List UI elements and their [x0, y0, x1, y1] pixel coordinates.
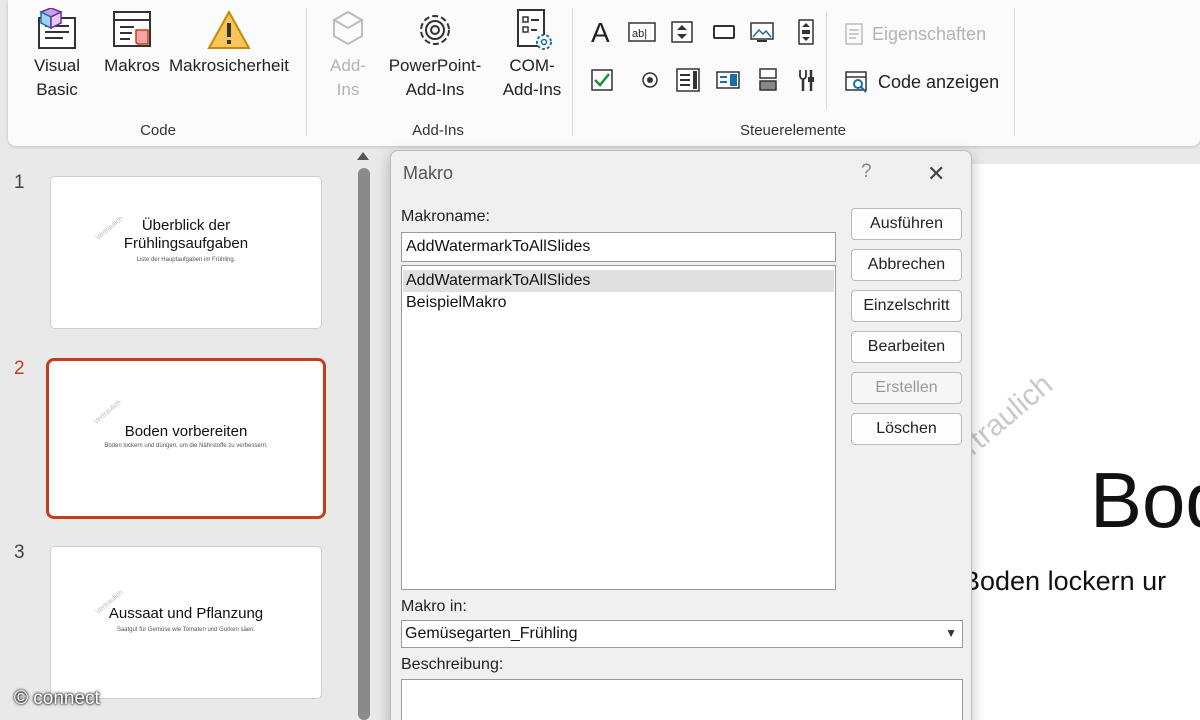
addins-label: Add- Ins: [330, 56, 366, 99]
scrollbar-icon: [798, 19, 814, 45]
spinbutton-control-button[interactable]: [668, 18, 696, 46]
einzelschritt-button[interactable]: Einzelschritt: [851, 290, 962, 322]
makros-button[interactable]: Makros: [94, 8, 170, 78]
com-addins-icon: [517, 9, 552, 50]
thumbnail-title: Boden vorbereiten: [124, 423, 248, 440]
thumbnail-title: Überblick der Frühlingsaufgaben: [123, 217, 249, 252]
abbrechen-button[interactable]: Abbrechen: [851, 249, 962, 281]
close-icon[interactable]: ✕: [927, 161, 945, 187]
eigenschaften-label: Eigenschaften: [872, 23, 987, 44]
scrollbar-control-button[interactable]: [792, 18, 820, 46]
properties-icon: [845, 23, 863, 45]
list-item[interactable]: AddWatermarkToAllSlides: [403, 270, 834, 292]
beschreibung-label: Beschreibung:: [401, 656, 504, 673]
commandbutton-control-button[interactable]: [710, 18, 738, 46]
listbox-control-button[interactable]: [674, 66, 702, 94]
separator: [306, 8, 307, 136]
slide-thumbnail-1[interactable]: Vertraulich Überblick der Frühlingsaufga…: [50, 176, 322, 329]
slide-thumbnail-2[interactable]: Vertraulich Boden vorbereiten Boden lock…: [46, 358, 326, 519]
addins-icon: [331, 10, 365, 46]
slide-number: 2: [14, 358, 25, 379]
makro-in-value: Gemüsegarten_Frühling: [405, 625, 578, 642]
slide-thumbnail-panel: 1 Vertraulich Überblick der Frühlingsauf…: [0, 146, 352, 720]
addins-group-label: Add-Ins: [412, 122, 464, 139]
optionbutton-control-button[interactable]: [636, 66, 664, 94]
bearbeiten-button[interactable]: Bearbeiten: [851, 331, 962, 363]
scroll-up-arrow-icon[interactable]: [357, 152, 369, 160]
help-icon[interactable]: ?: [861, 161, 872, 183]
visual-basic-label: Visual Basic: [34, 56, 80, 99]
slide-thumbnail-3[interactable]: Vertraulich Aussaat und Pflanzung Saatgu…: [50, 546, 322, 699]
svg-text:A: A: [591, 18, 610, 46]
macro-dialog: Makro ? ✕ Makroname: AddWatermarkToAllSl…: [390, 150, 972, 720]
eigenschaften-button[interactable]: Eigenschaften: [844, 22, 986, 46]
dialog-title: Makro: [403, 163, 454, 183]
thumbnail-subtitle: Liste der Hauptaufgaben im Frühling.: [136, 257, 236, 263]
main-slide-subtitle: Boden lockern ur: [962, 566, 1167, 596]
combobox-icon: [716, 71, 740, 89]
com-addins-label: COM- Add-Ins: [502, 56, 562, 99]
makrosicherheit-label: Makrosicherheit: [169, 56, 289, 75]
label-a-icon: A: [591, 18, 610, 46]
more-controls-button[interactable]: [792, 66, 820, 94]
checkbox-control-button[interactable]: [588, 66, 616, 94]
command-button-icon: [713, 25, 735, 39]
listbox-icon: [676, 68, 700, 92]
main-slide-title: Bod: [1090, 456, 1200, 544]
copyright-watermark: © connect: [14, 688, 100, 709]
makroname-label: Makroname:: [401, 208, 490, 225]
ausfuehren-button[interactable]: Ausführen: [851, 208, 962, 240]
svg-text:ab|: ab|: [632, 28, 647, 40]
slide-number: 1: [14, 172, 25, 193]
addins-button[interactable]: Add- Ins: [320, 8, 376, 102]
scrollbar-thumb[interactable]: [358, 168, 370, 720]
togglebutton-control-button[interactable]: [754, 66, 782, 94]
checkbox-icon: [591, 69, 613, 91]
visual-basic-icon: [38, 8, 76, 49]
separator: [572, 8, 573, 136]
image-control-button[interactable]: [748, 18, 776, 46]
image-icon: [750, 22, 774, 42]
beschreibung-textarea[interactable]: [401, 679, 963, 720]
powerpoint-addins-label: PowerPoint- Add-Ins: [388, 56, 482, 99]
makro-in-select[interactable]: Gemüsegarten_Frühling ▼: [401, 620, 963, 648]
toggle-button-icon: [759, 68, 777, 91]
thumbnail-subtitle: Boden lockern und düngen, um die Nährsto…: [104, 443, 268, 449]
textbox-icon: ab|: [628, 22, 656, 42]
warning-icon: [207, 9, 251, 49]
slide-number: 3: [14, 542, 25, 563]
spin-button-icon: [671, 21, 693, 43]
macro-list[interactable]: AddWatermarkToAllSlides BeispielMakro: [401, 265, 836, 590]
erstellen-button[interactable]: Erstellen: [851, 372, 962, 404]
visual-basic-button[interactable]: Visual Basic: [24, 8, 90, 102]
com-addins-button[interactable]: COM- Add-Ins: [492, 8, 572, 102]
macros-icon: [113, 11, 151, 47]
makros-label: Makros: [104, 56, 160, 75]
thumbnail-watermark: Vertraulich: [92, 399, 123, 426]
label-control-button[interactable]: A: [588, 18, 616, 46]
code-group-label: Code: [140, 122, 176, 139]
makro-in-label: Makro in:: [401, 598, 467, 615]
gear-icon: [420, 15, 450, 45]
separator: [826, 12, 827, 110]
thumbnail-subtitle: Saatgut für Gemüse wie Tomaten und Gurke…: [116, 627, 256, 633]
makroname-input[interactable]: AddWatermarkToAllSlides: [401, 232, 836, 262]
radio-button-icon: [642, 72, 658, 88]
powerpoint-addins-button[interactable]: PowerPoint- Add-Ins: [380, 8, 490, 102]
thumbnail-title: Aussaat und Pflanzung: [108, 605, 264, 622]
code-anzeigen-button[interactable]: Code anzeigen: [844, 70, 999, 94]
loeschen-button[interactable]: Löschen: [851, 413, 962, 445]
makrosicherheit-button[interactable]: Makrosicherheit: [164, 8, 294, 78]
view-code-icon: [845, 71, 867, 93]
combobox-control-button[interactable]: [714, 66, 742, 94]
list-item[interactable]: BeispielMakro: [403, 292, 834, 314]
ribbon: Visual Basic Makros Makrosicherheit Code…: [8, 0, 1200, 146]
textbox-control-button[interactable]: ab|: [628, 18, 656, 46]
chevron-down-icon: ▼: [945, 626, 957, 640]
separator: [1014, 8, 1015, 136]
tools-icon: [799, 70, 814, 91]
controls-group-label: Steuerelemente: [740, 122, 846, 139]
code-anzeigen-label: Code anzeigen: [878, 71, 1000, 92]
